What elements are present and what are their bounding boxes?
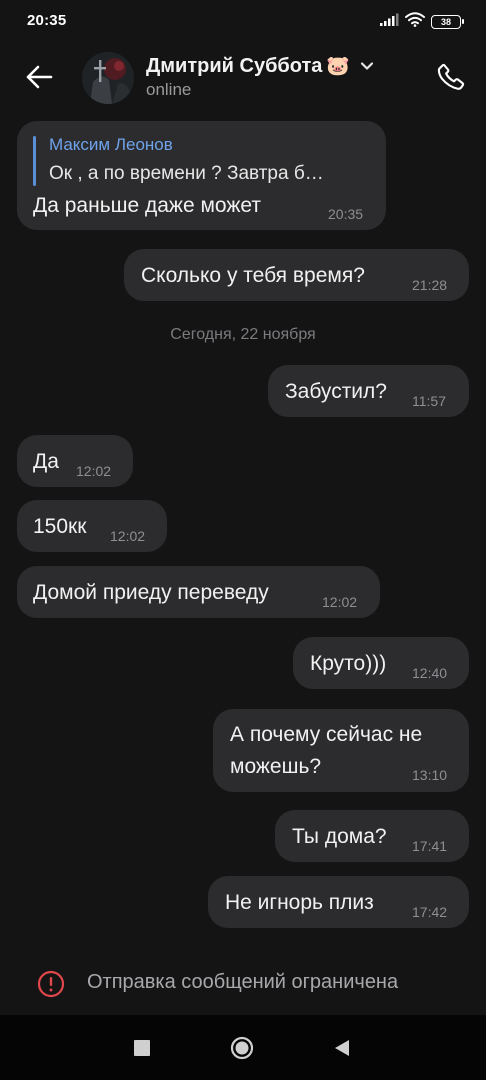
message-bubble-incoming[interactable]: 150кк 12:02 [17,500,167,552]
cellular-signal-icon [379,13,399,32]
back-arrow-icon [26,65,53,89]
contact-status: online [146,80,192,99]
reply-accent-bar [33,136,36,186]
date-separator: Сегодня, 22 ноября [170,326,316,343]
message-bubble-outgoing[interactable]: Забустил? 11:57 [268,365,469,417]
triangle-back-icon[interactable] [333,1039,351,1057]
circle-home-icon[interactable] [230,1036,254,1060]
contact-name-row[interactable]: Дмитрий Суббота 🐷 [146,54,374,78]
pig-emoji: 🐷 [326,56,351,77]
contact-name: Дмитрий Суббота [146,54,323,77]
message-time: 11:57 [412,393,446,409]
message-bubble-outgoing[interactable]: Сколько у тебя время? 21:28 [124,249,469,301]
reply-author: Максим Леонов [49,135,173,154]
battery-icon: 38 [431,15,464,29]
message-time: 17:41 [412,838,448,854]
status-icons: 38 [379,12,464,32]
message-text: Не игнорь плиз [225,891,374,914]
message-time: 21:28 [412,277,448,293]
status-time: 20:35 [27,12,67,29]
message-bubble-incoming[interactable]: Домой приеду переведу 12:02 [17,566,380,618]
messaging-restricted-notice: Отправка сообщений ограничена [0,955,486,1015]
status-bar: 20:35 38 [0,0,486,46]
chevron-down-icon[interactable] [360,61,374,71]
message-text: Сколько у тебя время? [141,264,365,287]
message-time: 20:35 [328,206,364,222]
message-bubble-incoming[interactable]: Да 12:02 [17,435,133,487]
message-bubble-outgoing[interactable]: Не игнорь плиз 17:42 [208,876,469,928]
phone-icon [437,63,465,90]
message-text: Да раньше даже может [33,194,262,217]
message-text: Домой приеду переведу [33,581,269,604]
message-text: Ты дома? [292,825,387,848]
message-bubble-outgoing[interactable]: А почему сейчас не можешь? 13:10 [213,709,469,792]
back-button[interactable] [22,60,56,94]
battery-level: 38 [440,16,451,27]
chat-header: Дмитрий Суббота 🐷 online [0,46,486,110]
system-nav-bar [0,1015,486,1080]
restriction-text: Отправка сообщений ограничена [87,971,399,993]
message-time: 12:02 [322,594,358,610]
message-bubble-outgoing[interactable]: Круто))) 12:40 [293,637,469,689]
message-text: Круто))) [310,652,387,675]
message-text: Забустил? [285,380,387,403]
reply-preview-text: Ок , а по времени ? Завтра б… [49,163,324,184]
avatar[interactable] [82,52,134,104]
message-time: 13:10 [412,767,448,783]
message-text-line-2: можешь? [230,755,322,778]
message-text: 150кк [33,515,87,538]
square-recents-icon[interactable] [133,1039,151,1057]
message-text-line-1: А почему сейчас не [230,723,423,746]
message-bubble-outgoing[interactable]: Ты дома? 17:41 [275,810,469,862]
message-text: Да [33,450,59,473]
message-time: 17:42 [412,904,448,920]
wifi-icon [405,12,425,32]
message-time: 12:02 [110,528,146,544]
message-time: 12:40 [412,665,448,681]
call-button[interactable] [432,58,470,96]
message-time: 12:02 [76,463,112,479]
message-bubble-incoming[interactable]: Максим Леонов Ок , а по времени ? Завтра… [17,121,386,230]
alert-circle-icon [37,970,65,998]
